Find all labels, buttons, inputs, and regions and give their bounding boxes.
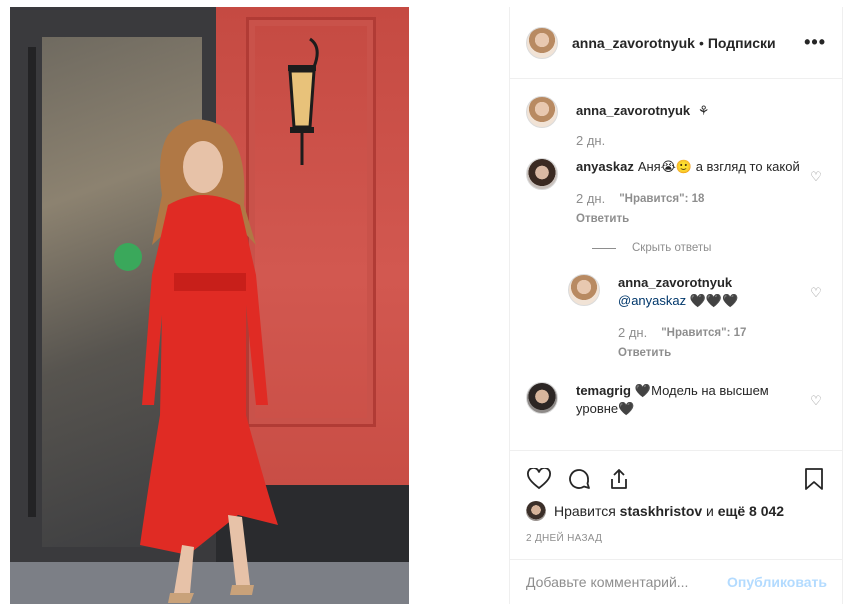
reply-button[interactable]: Ответить: [576, 210, 802, 228]
door-handle: [28, 47, 36, 517]
heart-icon[interactable]: ♡: [809, 394, 823, 408]
likes-prefix: Нравится: [554, 503, 616, 519]
comment-item: temagrig 🖤Модель на высшем уровне🖤 ♡: [526, 382, 827, 418]
reply-time[interactable]: 2 дн.: [618, 324, 647, 342]
reply-text: 🖤🖤🖤: [689, 293, 739, 308]
likes-joiner: и: [706, 503, 714, 519]
liker-avatar[interactable]: [526, 501, 546, 521]
comment-username[interactable]: temagrig: [576, 383, 631, 398]
caption-text: ⚘: [697, 103, 710, 118]
hide-replies-button[interactable]: Скрыть ответы: [592, 242, 827, 254]
reply-username[interactable]: anna_zavorotnyuk: [618, 275, 732, 290]
reply-mention[interactable]: @anyaskaz: [618, 293, 686, 308]
caption-avatar[interactable]: [526, 96, 558, 128]
divider-line: [592, 247, 616, 249]
commenter-avatar[interactable]: [526, 158, 558, 190]
share-icon[interactable]: [606, 466, 632, 492]
reply-button[interactable]: Ответить: [618, 344, 788, 362]
likes-count[interactable]: ещё 8 042: [718, 503, 784, 519]
model-figure: [140, 119, 278, 603]
post-actions: Нравится staskhristov и ещё 8 042 2 ДНЕЙ…: [510, 450, 843, 544]
comments-list[interactable]: anna_zavorotnyuk ⚘ 2 дн. anyaskaz Аня😭🙂 а…: [510, 80, 843, 450]
bookmark-icon[interactable]: [801, 466, 827, 492]
post-timestamp[interactable]: 2 ДНЕЙ НАЗАД: [526, 533, 827, 544]
caption-username[interactable]: anna_zavorotnyuk: [576, 103, 690, 118]
caption-time[interactable]: 2 дн.: [576, 132, 605, 150]
publish-button[interactable]: Опубликовать: [727, 574, 827, 590]
reply-item: anna_zavorotnyuk @anyaskaz 🖤🖤🖤 2 дн. "Нр…: [568, 274, 827, 362]
author-avatar[interactable]: [526, 26, 558, 59]
hide-replies-label: Скрыть ответы: [632, 242, 712, 254]
heart-icon[interactable]: ♡: [809, 286, 823, 300]
caption: anna_zavorotnyuk ⚘ 2 дн.: [526, 96, 827, 150]
more-options-icon[interactable]: •••: [804, 32, 826, 53]
post-sidebar: anna_zavorotnyuk • Подписки ••• anna_zav…: [509, 7, 843, 604]
comment-icon[interactable]: [566, 466, 592, 492]
post-photo[interactable]: [10, 7, 409, 604]
add-comment-bar: Опубликовать: [510, 559, 843, 604]
comment-likes[interactable]: "Нравится": 18: [619, 190, 704, 208]
separator-dot: •: [698, 34, 704, 51]
comment-input[interactable]: [526, 574, 728, 590]
heart-icon[interactable]: ♡: [809, 170, 823, 184]
post-header: anna_zavorotnyuk • Подписки •••: [510, 7, 842, 79]
author-username[interactable]: anna_zavorotnyuk: [572, 35, 695, 51]
reply-avatar[interactable]: [568, 274, 600, 306]
reply-likes[interactable]: "Нравится": 17: [661, 324, 746, 342]
comment-username[interactable]: anyaskaz: [576, 159, 634, 174]
commenter-avatar[interactable]: [526, 382, 558, 414]
comment-item: anyaskaz Аня😭🙂 а взгляд то какой 2 дн. "Н…: [526, 158, 827, 228]
liker-username[interactable]: staskhristov: [620, 503, 702, 519]
comment-text: Аня😭🙂 а взгляд то какой: [637, 159, 800, 174]
comment-time[interactable]: 2 дн.: [576, 190, 605, 208]
likes-summary[interactable]: Нравится staskhristov и ещё 8 042: [526, 501, 827, 521]
heart-icon[interactable]: [526, 466, 552, 492]
following-button[interactable]: Подписки: [708, 35, 776, 51]
